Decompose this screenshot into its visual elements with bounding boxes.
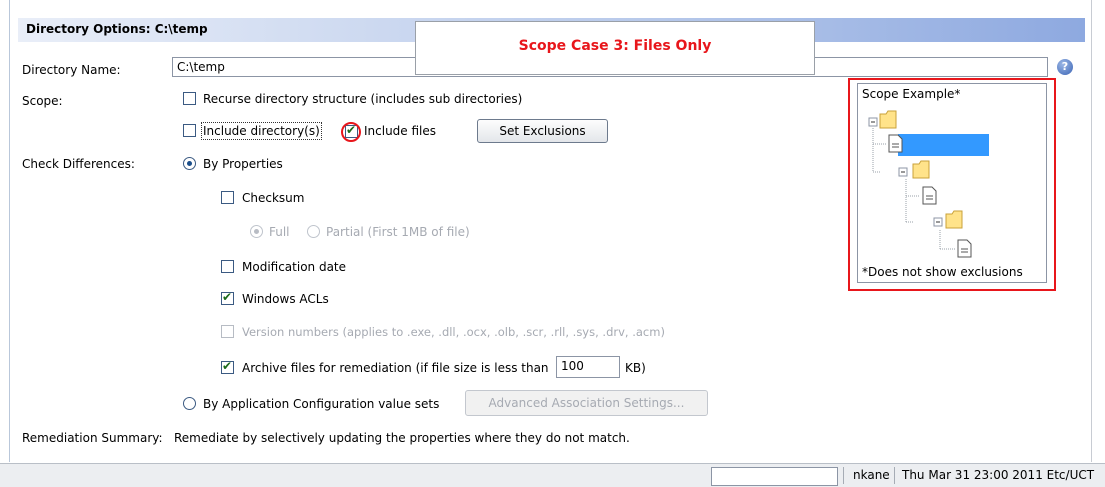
by-properties-radio[interactable] (183, 157, 196, 170)
by-properties-label: By Properties (203, 157, 283, 171)
archive-size-field[interactable]: 100 (556, 356, 620, 378)
archive-checkbox[interactable]: ✔ (221, 359, 234, 374)
partial-radio[interactable] (307, 225, 320, 238)
tree-expander-icon (868, 117, 878, 127)
full-radio[interactable] (250, 225, 263, 238)
radio-dot-icon (254, 229, 259, 234)
selected-row-highlight (898, 134, 989, 156)
archive-unit-label: KB) (625, 361, 646, 375)
include-dirs-checkbox[interactable] (183, 124, 196, 137)
help-icon[interactable]: ? (1057, 59, 1073, 75)
windows-acls-label: Windows ACLs (242, 292, 329, 306)
highlight-circle (341, 122, 361, 142)
scope-tree-diagram (868, 110, 989, 258)
full-label: Full (269, 225, 290, 239)
status-separator (843, 467, 844, 484)
file-icon (957, 239, 972, 258)
status-field (711, 467, 838, 486)
status-separator (894, 467, 895, 484)
directory-name-label: Directory Name: (22, 63, 121, 77)
partial-label: Partial (First 1MB of file) (326, 225, 470, 239)
scope-label: Scope: (22, 94, 63, 108)
file-icon (888, 134, 903, 153)
scope-case-callout-text: Scope Case 3: Files Only (518, 38, 712, 54)
status-user: nkane (853, 468, 890, 482)
recurse-checkbox[interactable] (183, 92, 196, 105)
panel-title: Directory Options: C:\temp (26, 22, 208, 36)
modification-date-checkbox[interactable] (221, 260, 234, 273)
folder-icon (879, 110, 897, 129)
check-differences-label: Check Differences: (22, 157, 135, 171)
advanced-association-settings-button[interactable]: Advanced Association Settings... (465, 390, 708, 416)
status-datetime: Thu Mar 31 23:00 2011 Etc/UCT (902, 468, 1095, 482)
folder-icon (945, 210, 963, 229)
by-app-config-label: By Application Configuration value sets (203, 397, 440, 411)
scope-example-panel: Scope Example* *Does not show exclusions (857, 83, 1047, 283)
radio-dot-icon (187, 161, 192, 166)
archive-size-value: 100 (561, 359, 584, 373)
advanced-association-settings-label: Advanced Association Settings... (488, 396, 685, 410)
checksum-checkbox[interactable] (221, 191, 234, 204)
set-exclusions-button[interactable]: Set Exclusions (477, 119, 608, 143)
windows-acls-checkbox[interactable]: ✔ (221, 290, 234, 305)
directory-name-value: C:\temp (177, 60, 225, 74)
version-numbers-label: Version numbers (applies to .exe, .dll, … (242, 325, 665, 339)
by-app-config-radio[interactable] (183, 397, 196, 410)
left-border (9, 0, 10, 462)
remediation-summary-text: Remediate by selectively updating the pr… (174, 431, 630, 445)
folder-icon (912, 160, 930, 179)
include-files-label: Include files (364, 124, 437, 138)
archive-label: Archive files for remediation (if file s… (242, 361, 549, 375)
checksum-label: Checksum (242, 191, 305, 205)
modification-date-label: Modification date (242, 260, 347, 274)
include-dirs-label: Include directory(s) (201, 122, 322, 140)
check-mark-icon: ✔ (222, 290, 233, 304)
version-numbers-checkbox[interactable] (221, 325, 234, 338)
check-mark-icon: ✔ (222, 359, 233, 373)
right-border (1091, 0, 1092, 462)
scope-example-note: *Does not show exclusions (862, 265, 1023, 279)
remediation-summary-label: Remediation Summary: (22, 431, 163, 445)
file-icon (922, 186, 937, 205)
set-exclusions-label: Set Exclusions (499, 124, 586, 138)
scope-case-callout: Scope Case 3: Files Only (415, 21, 815, 75)
recurse-label: Recurse directory structure (includes su… (203, 92, 523, 106)
